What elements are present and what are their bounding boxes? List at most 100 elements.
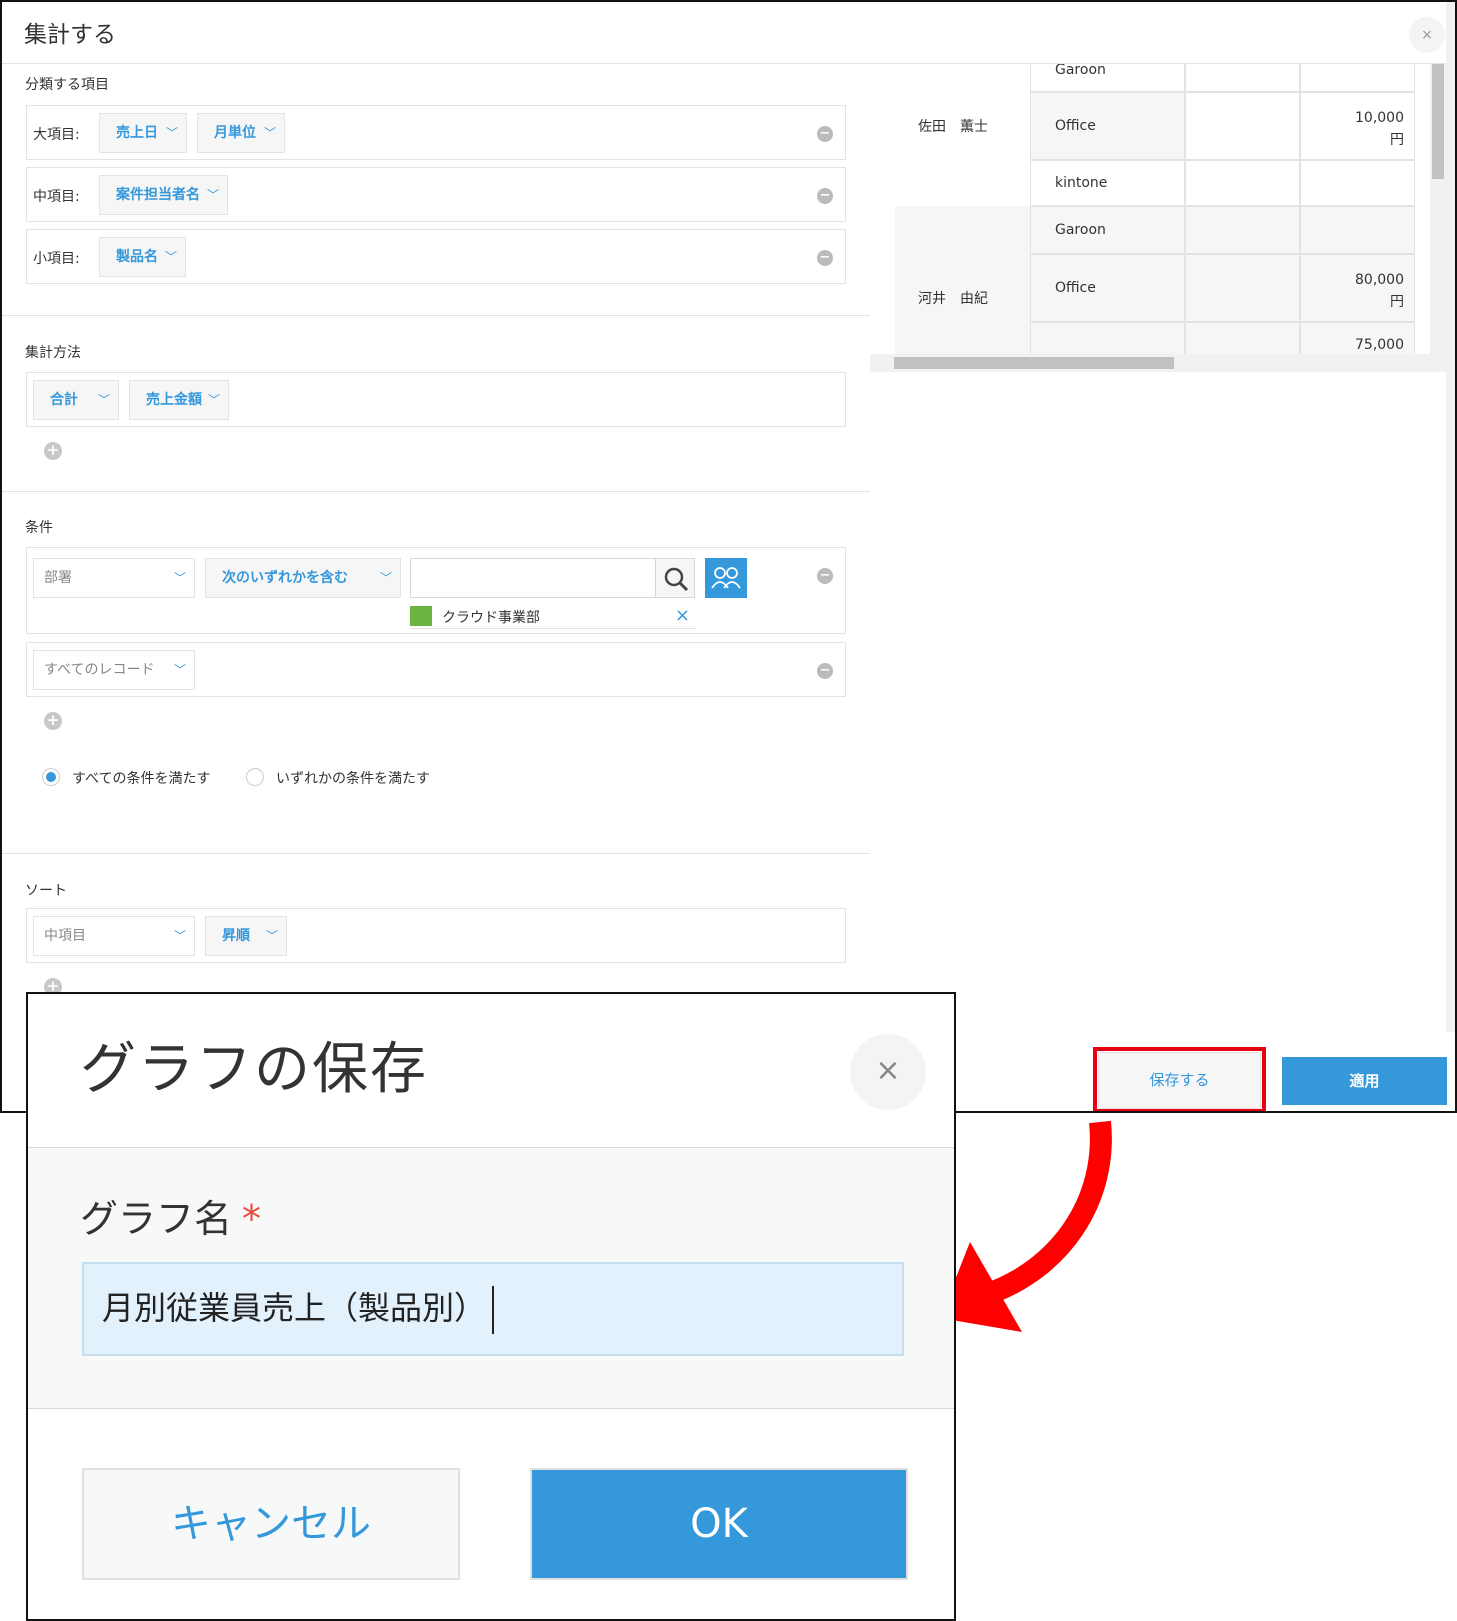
- chevron-down-icon: ﹀: [207, 393, 220, 407]
- method-field-select[interactable]: 売上金額 ﹀: [129, 380, 229, 420]
- table-cell: [1300, 64, 1415, 92]
- result-table: Garoon 佐田 薫士 Office 10,000 円 kintone 河井 …: [895, 64, 1430, 354]
- add-method-icon[interactable]: +: [44, 442, 62, 460]
- sort-section-label: ソート: [25, 883, 67, 899]
- method-row: 合計 ﹀ 売上金額 ﹀: [26, 372, 846, 427]
- table-cell: [1300, 160, 1415, 206]
- conditions-section-label: 条件: [25, 520, 53, 536]
- chevron-down-icon: ﹀: [97, 393, 110, 407]
- highlight-frame: [1093, 1047, 1266, 1111]
- match-any-radio[interactable]: [246, 768, 264, 786]
- condition-field-select[interactable]: 部署 ﹀: [33, 558, 195, 598]
- group-middle-row: 中項目: 案件担当者名 ﹀ −: [26, 167, 846, 222]
- table-cell-product: Garoon: [1030, 206, 1185, 254]
- condition-records-select[interactable]: すべてのレコード ﹀: [33, 650, 195, 690]
- table-cell: [1185, 206, 1300, 254]
- method-func-select[interactable]: 合計 ﹀: [33, 380, 119, 420]
- dialog-header: 集計する ×: [2, 2, 1455, 64]
- org-select-button[interactable]: [705, 558, 747, 598]
- remove-minor-icon[interactable]: −: [817, 250, 833, 266]
- divider: [2, 491, 870, 492]
- major-unit-select[interactable]: 月単位 ﹀: [197, 113, 285, 153]
- remove-chip-icon[interactable]: ×: [675, 605, 690, 626]
- condition-row-1: 部署 ﹀ 次のいずれかを含む ﹀ クラウド事業部 × −: [26, 547, 846, 634]
- minor-label: 小項目:: [33, 251, 80, 267]
- method-section-label: 集計方法: [25, 345, 81, 361]
- remove-middle-icon[interactable]: −: [817, 188, 833, 204]
- major-label: 大項目:: [33, 127, 80, 143]
- organization-icon: [410, 606, 432, 626]
- chevron-down-icon: ﹀: [173, 571, 186, 585]
- table-cell: [1185, 64, 1300, 92]
- save-dialog-close-button[interactable]: ×: [850, 1034, 926, 1110]
- match-all-label: すべての条件を満たす: [72, 771, 211, 787]
- save-dialog-title: グラフの保存: [80, 1037, 428, 1102]
- table-cell-person: 佐田 薫士: [918, 119, 988, 135]
- graph-name-label: グラフ名 *: [80, 1197, 262, 1241]
- table-cell-amount: 10,000 円: [1300, 92, 1415, 160]
- group-section-label: 分類する項目: [25, 77, 109, 93]
- chevron-down-icon: ﹀: [165, 126, 178, 140]
- table-cell: [1300, 206, 1415, 254]
- table-cell-person: 河井 由紀: [895, 206, 1030, 354]
- chevron-down-icon: ﹀: [379, 571, 392, 585]
- remove-condition-icon[interactable]: −: [817, 568, 833, 584]
- match-any-label: いずれかの条件を満たす: [276, 771, 430, 787]
- apply-button[interactable]: 適用: [1282, 1057, 1447, 1105]
- table-cell: [1185, 254, 1300, 322]
- table-cell-product: kintone: [1030, 322, 1185, 354]
- chevron-down-icon: ﹀: [263, 126, 276, 140]
- search-button[interactable]: [655, 558, 695, 598]
- table-cell-product: Garoon: [1030, 64, 1185, 92]
- table-cell: [1185, 92, 1300, 160]
- selected-org-chip: クラウド事業部 ×: [410, 603, 696, 629]
- table-cell: [1185, 322, 1300, 354]
- dialog-title: 集計する: [24, 22, 116, 48]
- major-field-select[interactable]: 売上日 ﹀: [99, 113, 187, 153]
- table-cell: [1185, 160, 1300, 206]
- middle-label: 中項目:: [33, 189, 80, 205]
- graph-name-input[interactable]: 月別従業員売上（製品別）: [82, 1262, 904, 1356]
- condition-value-input[interactable]: [410, 558, 656, 598]
- condition-operator-select[interactable]: 次のいずれかを含む ﹀: [205, 558, 401, 598]
- chevron-down-icon: ﹀: [164, 250, 177, 264]
- table-cell-amount: 80,000 円: [1300, 254, 1415, 322]
- table-cell-product: kintone: [1030, 160, 1185, 206]
- table-cell-amount: 75,000: [1300, 322, 1415, 354]
- users-icon: [711, 567, 741, 589]
- chevron-down-icon: ﹀: [173, 929, 186, 943]
- divider: [2, 853, 870, 854]
- group-minor-row: 小項目: 製品名 ﹀ −: [26, 229, 846, 284]
- group-major-row: 大項目: 売上日 ﹀ 月単位 ﹀ −: [26, 105, 846, 160]
- add-condition-icon[interactable]: +: [44, 712, 62, 730]
- dialog-close-button[interactable]: ×: [1409, 17, 1445, 53]
- search-icon: [664, 567, 689, 592]
- red-arrow-icon: [940, 1120, 1112, 1332]
- save-graph-dialog: グラフの保存 × グラフ名 * 月別従業員売上（製品別） キャンセル OK: [26, 992, 956, 1621]
- remove-major-icon[interactable]: −: [817, 126, 833, 142]
- sort-order-select[interactable]: 昇順 ﹀: [205, 916, 287, 956]
- match-all-radio[interactable]: [42, 768, 60, 786]
- chip-label: クラウド事業部: [442, 610, 540, 626]
- sort-field-select[interactable]: 中項目 ﹀: [33, 916, 195, 956]
- divider: [2, 315, 870, 316]
- aggregate-dialog: 集計する × 分類する項目 大項目: 売上日 ﹀ 月単位 ﹀ − 中項目: 案件担当…: [0, 0, 1457, 1113]
- table-vertical-scroll-thumb[interactable]: [1432, 64, 1444, 179]
- cancel-button[interactable]: キャンセル: [82, 1468, 460, 1580]
- required-mark: *: [242, 1197, 262, 1241]
- ok-button[interactable]: OK: [530, 1468, 908, 1580]
- table-cell-product: Office: [1030, 254, 1185, 322]
- right-gutter: [1446, 2, 1455, 1032]
- table-horizontal-scroll-thumb[interactable]: [894, 357, 1174, 369]
- chevron-down-icon: ﹀: [206, 188, 219, 202]
- chevron-down-icon: ﹀: [173, 663, 186, 677]
- minor-field-select[interactable]: 製品名 ﹀: [99, 237, 186, 277]
- sort-row: 中項目 ﹀ 昇順 ﹀: [26, 908, 846, 963]
- text-caret: [492, 1286, 495, 1334]
- condition-row-2: すべてのレコード ﹀ −: [26, 642, 846, 697]
- remove-condition-icon[interactable]: −: [817, 663, 833, 679]
- save-dialog-body: グラフ名 * 月別従業員売上（製品別）: [28, 1148, 954, 1408]
- chevron-down-icon: ﹀: [265, 929, 278, 943]
- table-cell-product: Office: [1030, 92, 1185, 160]
- middle-field-select[interactable]: 案件担当者名 ﹀: [99, 175, 228, 215]
